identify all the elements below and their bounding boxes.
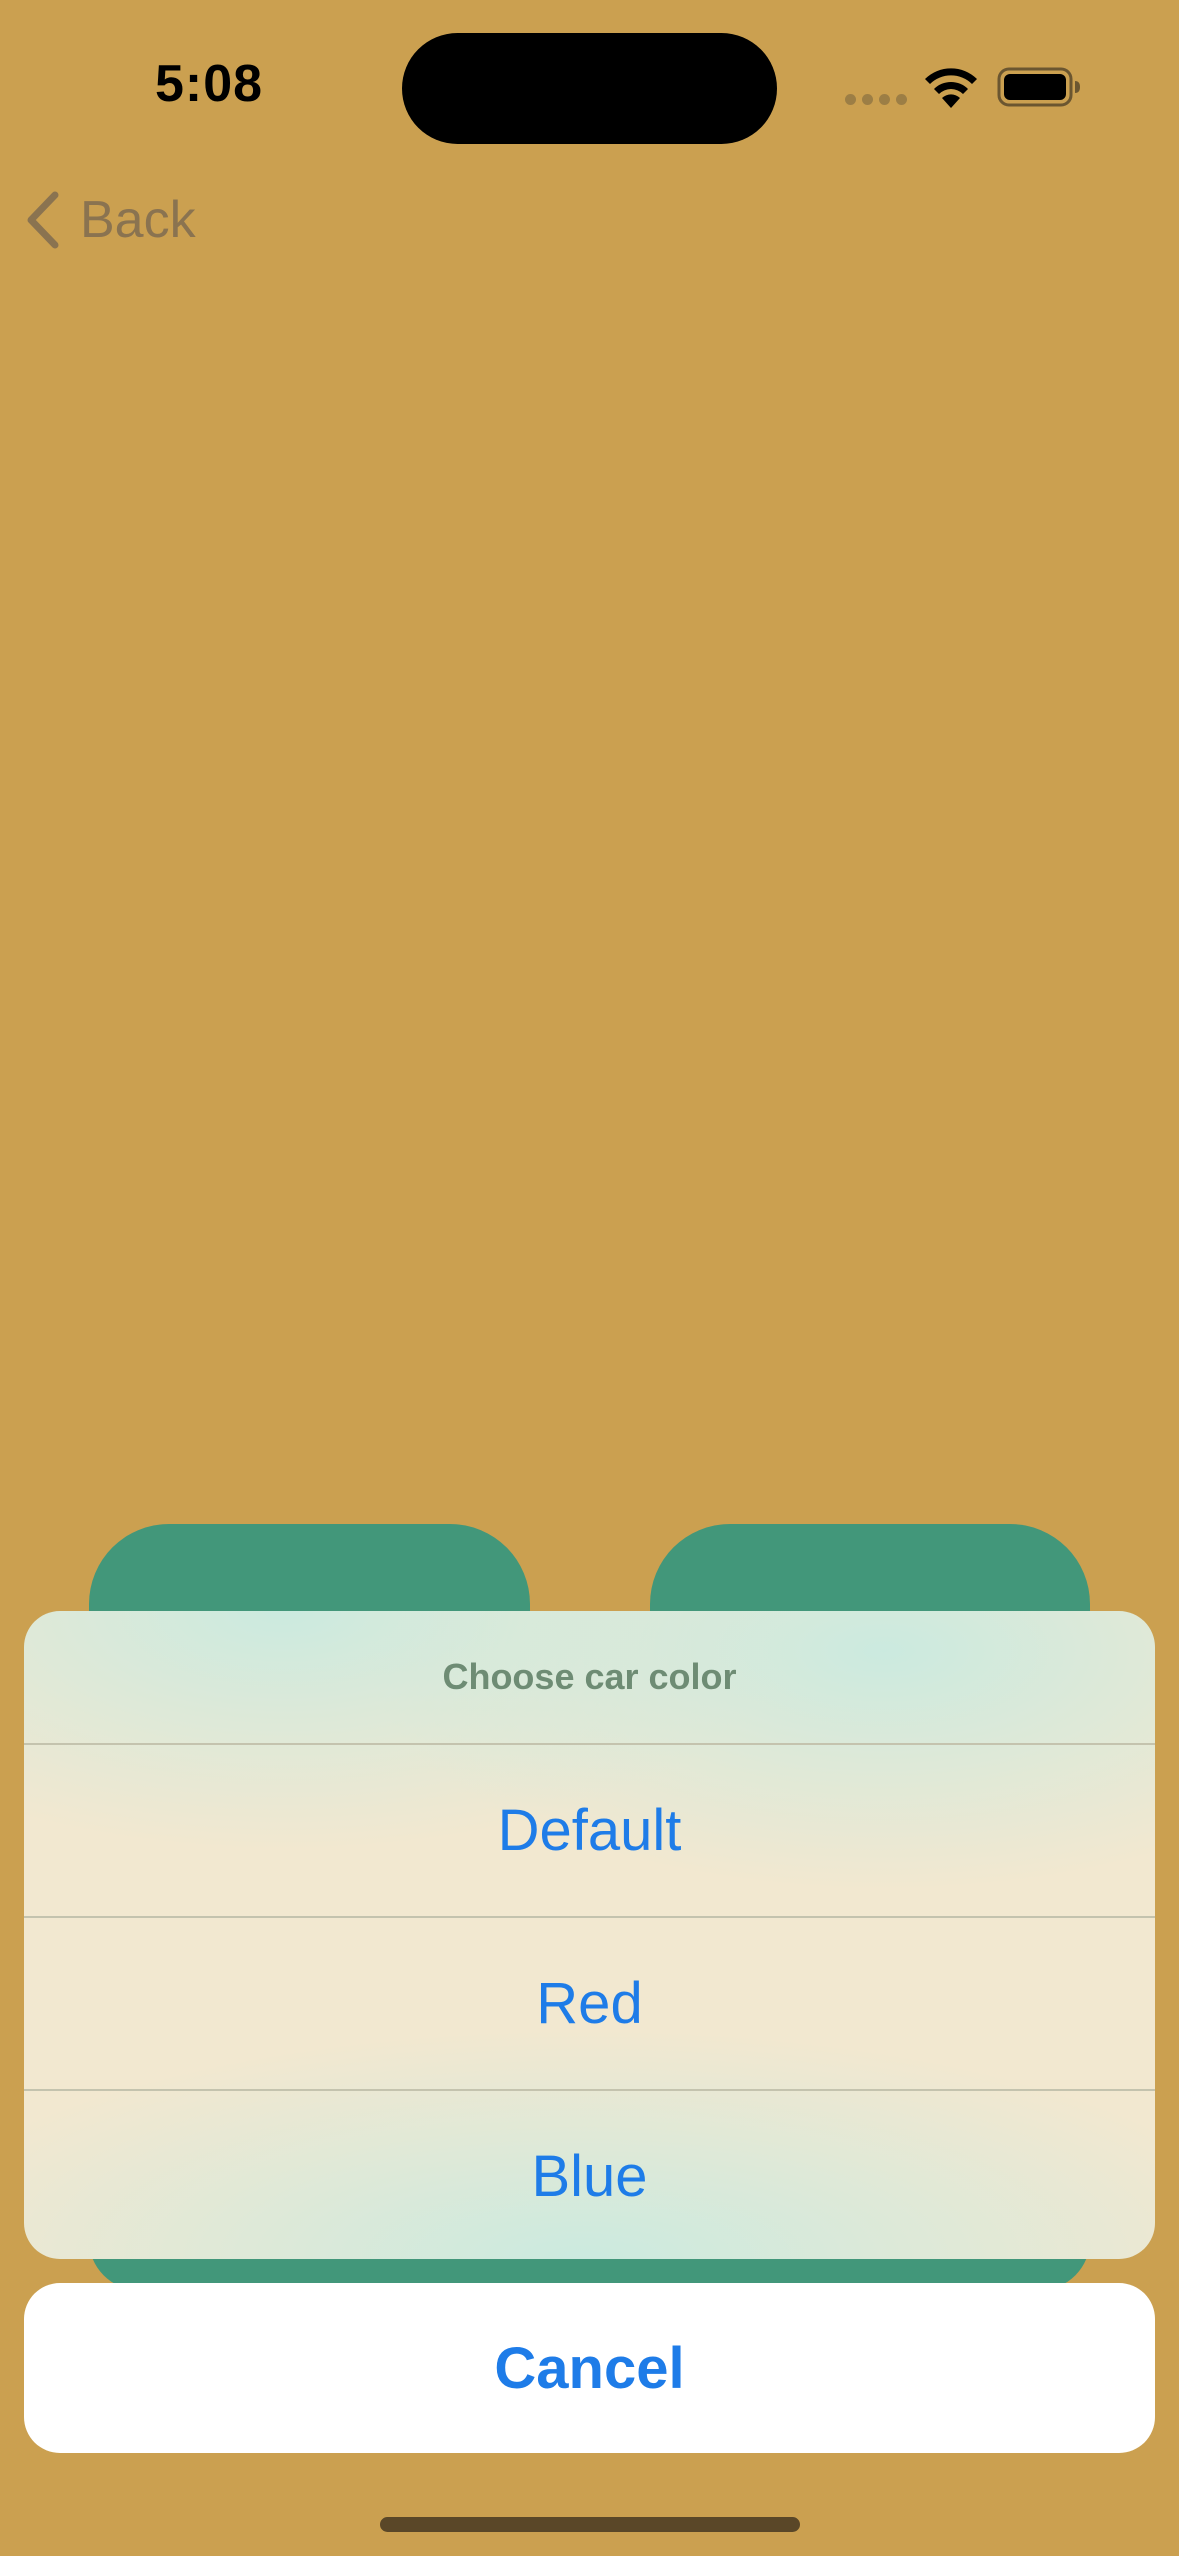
back-label: Back bbox=[80, 191, 196, 249]
status-time: 5:08 bbox=[155, 55, 264, 113]
battery-icon bbox=[997, 67, 1080, 107]
back-button[interactable]: Back bbox=[24, 190, 196, 250]
dynamic-island bbox=[402, 33, 777, 144]
action-sheet: Choose car color Default Red Blue bbox=[24, 1611, 1155, 2259]
cancel-button[interactable]: Cancel bbox=[24, 2283, 1155, 2453]
wifi-icon bbox=[925, 68, 977, 108]
option-blue-button[interactable]: Blue bbox=[24, 2089, 1155, 2259]
option-red-button[interactable]: Red bbox=[24, 1916, 1155, 2089]
home-indicator[interactable] bbox=[380, 2517, 800, 2532]
chevron-left-icon bbox=[27, 191, 59, 249]
cellular-dots-icon bbox=[845, 94, 907, 105]
action-sheet-title: Choose car color bbox=[442, 1656, 737, 1697]
option-default-button[interactable]: Default bbox=[24, 1743, 1155, 1916]
status-bar: 5:08 bbox=[0, 0, 1179, 170]
